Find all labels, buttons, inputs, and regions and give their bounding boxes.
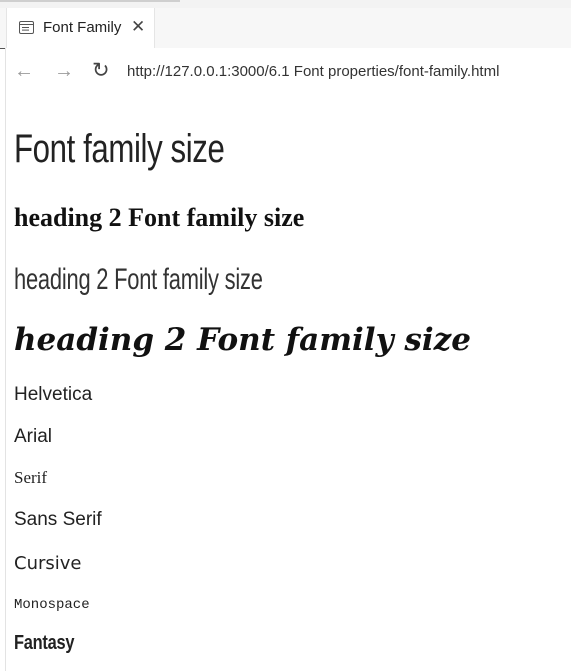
page-heading-1: Font family size xyxy=(14,127,225,171)
forward-arrow-icon[interactable]: → xyxy=(54,59,74,83)
navigation-bar: ← → ↻ http://127.0.0.1:3000/6.1 Font pro… xyxy=(6,48,571,94)
close-icon[interactable]: ✕ xyxy=(131,17,145,37)
page-icon xyxy=(19,21,34,34)
back-arrow-icon[interactable]: ← xyxy=(14,59,34,83)
heading-2-serif-bold-italic: heading 2 Font family size xyxy=(14,322,471,358)
tab-bar: Font Family ✕ xyxy=(0,8,571,49)
address-bar[interactable]: http://127.0.0.1:3000/6.1 Font propertie… xyxy=(127,63,499,80)
heading-2-light-sans: heading 2 Font family size xyxy=(14,263,263,296)
paragraph-fantasy: Fantasy xyxy=(14,632,75,654)
left-edge xyxy=(0,48,6,671)
tab-title: Font Family xyxy=(43,19,122,36)
heading-2-serif-bold: heading 2 Font family size xyxy=(14,203,305,232)
paragraph-arial: Arial xyxy=(14,426,53,447)
paragraph-cursive: Cursive xyxy=(14,553,82,574)
paragraph-serif: Serif xyxy=(14,468,48,487)
paragraph-helvetica: Helvetica xyxy=(14,384,93,405)
reload-icon[interactable]: ↻ xyxy=(92,59,110,83)
top-strip-mark xyxy=(0,0,180,2)
paragraph-monospace: Monospace xyxy=(14,597,90,613)
paragraph-sans-serif: Sans Serif xyxy=(14,509,102,530)
tab-font-family[interactable]: Font Family ✕ xyxy=(6,8,155,49)
left-edge-mark xyxy=(0,48,5,49)
